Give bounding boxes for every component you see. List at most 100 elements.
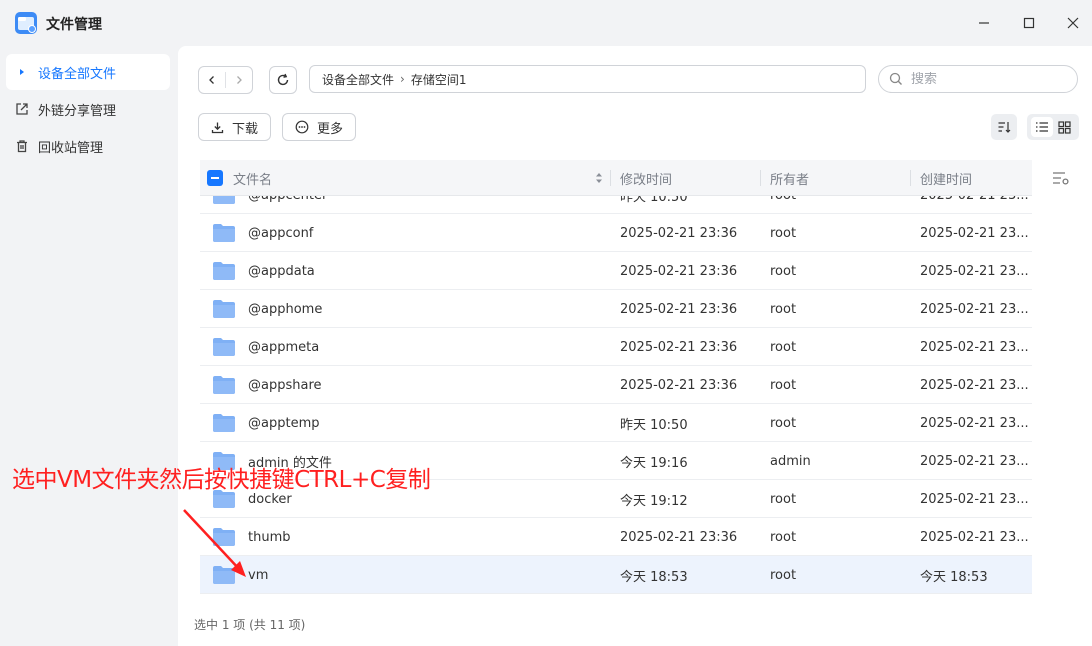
created-time: 2025-02-21 23... [920, 225, 1028, 241]
search-box[interactable] [878, 65, 1078, 93]
more-icon [295, 120, 309, 134]
column-header-label: 创建时间 [920, 172, 973, 188]
file-list[interactable]: @appcenter 昨天 10:50 root 2025-02-21 23..… [200, 196, 1032, 598]
owner: root [770, 301, 797, 317]
refresh-icon [277, 73, 289, 86]
table-row[interactable]: thumb 2025-02-21 23:36 root 2025-02-21 2… [200, 518, 1032, 556]
table-row[interactable]: @appcenter 昨天 10:50 root 2025-02-21 23..… [200, 196, 1032, 214]
file-name: @appconf [248, 225, 314, 241]
share-link-icon [14, 102, 30, 116]
column-divider [610, 170, 611, 186]
modified-time: 2025-02-21 23:36 [620, 263, 738, 279]
created-time: 2025-02-21 23... [920, 377, 1028, 393]
table-row[interactable]: @appmeta 2025-02-21 23:36 root 2025-02-2… [200, 328, 1032, 366]
file-manager-app-icon [15, 12, 37, 34]
table-row[interactable]: @apptemp 昨天 10:50 root 2025-02-21 23... [200, 404, 1032, 442]
title-bar: 文件管理 [0, 0, 1092, 46]
file-name: @apptemp [248, 415, 320, 431]
file-name: @appmeta [248, 339, 320, 355]
column-header-name[interactable]: 文件名 [233, 160, 603, 196]
modified-time: 今天 19:12 [620, 493, 688, 509]
folder-icon [212, 413, 236, 433]
owner: root [770, 225, 797, 241]
status-bar: 选中 1 项 (共 11 项) [194, 618, 306, 632]
breadcrumb-item-all-files[interactable]: 设备全部文件 [322, 71, 394, 88]
folder-icon [212, 527, 236, 547]
download-icon [211, 121, 224, 134]
minimize-button[interactable] [964, 8, 1004, 38]
back-button[interactable] [199, 67, 225, 93]
modified-time: 2025-02-21 23:36 [620, 225, 738, 241]
modified-time: 今天 19:16 [620, 455, 688, 471]
owner: root [770, 567, 797, 583]
sidebar-item-share-links[interactable]: 外链分享管理 [6, 91, 170, 127]
column-header-label: 所有者 [770, 172, 810, 188]
sidebar-item-recycle-bin[interactable]: 回收站管理 [6, 128, 170, 164]
minimize-icon [979, 22, 989, 24]
column-divider [760, 170, 761, 186]
main-panel: 设备全部文件 › 存储空间1 下载 更多 文件名 [178, 46, 1092, 646]
table-row[interactable]: @appdata 2025-02-21 23:36 root 2025-02-2… [200, 252, 1032, 290]
modified-time: 昨天 10:50 [620, 196, 688, 205]
chevron-right-icon [237, 76, 242, 84]
column-settings-button[interactable] [1052, 170, 1070, 190]
created-time: 2025-02-21 23... [920, 339, 1028, 355]
created-time: 2025-02-21 23... [920, 453, 1028, 469]
file-name: @appdata [248, 263, 315, 279]
column-settings-icon [1053, 172, 1069, 185]
app-title: 文件管理 [46, 17, 102, 33]
trash-icon [14, 139, 30, 153]
owner: admin [770, 453, 811, 469]
refresh-button[interactable] [269, 66, 297, 94]
folder-icon [212, 565, 236, 585]
folder-icon [212, 261, 236, 281]
folder-icon [212, 299, 236, 319]
column-header-label: 文件名 [233, 172, 273, 188]
created-time: 2025-02-21 23... [920, 415, 1028, 431]
grid-view-button[interactable] [1054, 117, 1076, 137]
modified-time: 2025-02-21 23:36 [620, 301, 738, 317]
list-view-button[interactable] [1030, 117, 1053, 137]
column-header-modified[interactable]: 修改时间 [620, 160, 672, 196]
sort-icon [998, 122, 1011, 133]
sidebar-item-all-files[interactable]: 设备全部文件 [6, 54, 170, 90]
download-button[interactable]: 下载 [198, 113, 272, 141]
maximize-button[interactable] [1009, 8, 1049, 38]
file-name: vm [248, 567, 269, 583]
sidebar-item-label: 回收站管理 [38, 140, 104, 156]
sidebar: 设备全部文件 外链分享管理 回收站管理 [0, 46, 178, 646]
search-input[interactable] [911, 71, 1061, 87]
file-name: @appshare [248, 377, 322, 393]
folder-icon [212, 337, 236, 357]
table-row[interactable]: @appconf 2025-02-21 23:36 root 2025-02-2… [200, 214, 1032, 252]
folder-icon [212, 375, 236, 395]
table-row-selected[interactable]: vm 今天 18:53 root 今天 18:53 [200, 556, 1032, 594]
modified-time: 2025-02-21 23:36 [620, 339, 738, 355]
select-all-checkbox[interactable] [207, 170, 223, 186]
owner: root [770, 491, 797, 507]
modified-time: 今天 18:53 [620, 569, 688, 585]
search-icon [889, 72, 902, 85]
annotation-text: 选中VM文件夹然后按快捷键CTRL+C复制 [12, 467, 431, 493]
file-list-inner: @appcenter 昨天 10:50 root 2025-02-21 23..… [200, 196, 1032, 594]
maximize-icon [1023, 17, 1035, 29]
forward-button[interactable] [226, 67, 252, 93]
breadcrumb[interactable]: 设备全部文件 › 存储空间1 [309, 65, 866, 93]
created-time: 今天 18:53 [920, 569, 988, 585]
table-row[interactable]: @appshare 2025-02-21 23:36 root 2025-02-… [200, 366, 1032, 404]
column-header-owner[interactable]: 所有者 [770, 160, 809, 196]
owner: root [770, 529, 797, 545]
list-view-icon [1035, 122, 1048, 132]
table-row[interactable]: @apphome 2025-02-21 23:36 root 2025-02-2… [200, 290, 1032, 328]
column-header-created[interactable]: 创建时间 [920, 160, 972, 196]
folder-icon [212, 196, 236, 205]
more-button[interactable]: 更多 [282, 113, 357, 141]
sort-arrows-icon[interactable] [595, 172, 603, 184]
sort-button[interactable] [991, 114, 1017, 140]
close-button[interactable] [1053, 8, 1092, 38]
breadcrumb-item-storage[interactable]: 存储空间1 [411, 71, 467, 88]
created-time: 2025-02-21 23... [920, 196, 1028, 214]
created-time: 2025-02-21 23... [920, 301, 1028, 317]
column-divider [910, 170, 911, 186]
file-name: thumb [248, 529, 291, 545]
